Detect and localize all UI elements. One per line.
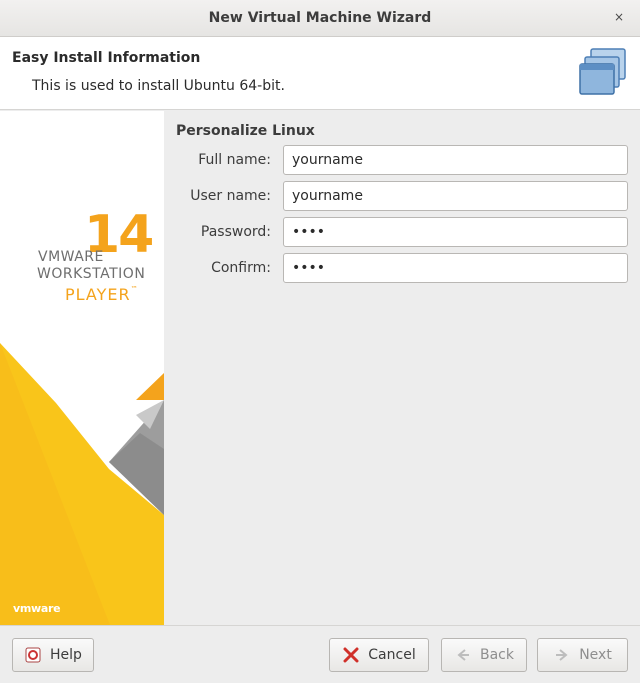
cancel-icon	[342, 646, 360, 664]
cancel-button[interactable]: Cancel	[329, 638, 429, 672]
next-button[interactable]: Next	[537, 638, 628, 672]
cancel-button-label: Cancel	[368, 647, 416, 663]
vmware-logo: vmware	[13, 602, 61, 615]
full-name-label: Full name:	[198, 152, 271, 168]
close-icon[interactable]: ×	[612, 10, 626, 24]
brand-edition-text: PLAYER	[65, 285, 131, 304]
back-button[interactable]: Back	[441, 638, 527, 672]
help-icon	[24, 646, 42, 664]
page-subtitle: This is used to install Ubuntu 64-bit.	[32, 78, 285, 94]
trademark-mark: ™	[130, 285, 139, 293]
wizard-header: Easy Install Information This is used to…	[0, 37, 640, 110]
brand-product: WORKSTATION	[37, 266, 146, 282]
brand-sidebar: 14 VMWARE WORKSTATION PLAYER™ vmware	[0, 111, 164, 625]
password-field[interactable]	[283, 217, 628, 247]
back-button-label: Back	[480, 647, 514, 663]
next-button-label: Next	[579, 647, 612, 663]
back-arrow-icon	[454, 646, 472, 664]
user-name-label: User name:	[190, 188, 271, 204]
confirm-password-field[interactable]	[283, 253, 628, 283]
form-panel: Personalize Linux Full name: User name: …	[164, 111, 640, 625]
confirm-label: Confirm:	[211, 260, 271, 276]
vm-windows-icon	[579, 48, 626, 95]
user-name-field[interactable]	[283, 181, 628, 211]
password-row: Password:	[164, 217, 640, 247]
password-label: Password:	[200, 224, 271, 240]
page-title: Easy Install Information	[12, 50, 201, 66]
title-bar: New Virtual Machine Wizard ×	[0, 0, 640, 37]
help-button[interactable]: Help	[12, 638, 94, 672]
brand-edition: PLAYER™	[65, 285, 139, 304]
user-name-row: User name:	[164, 181, 640, 211]
section-title: Personalize Linux	[176, 123, 315, 139]
brand-vmware-text: VMWARE	[38, 249, 104, 265]
full-name-row: Full name:	[164, 145, 640, 175]
brand-artwork	[0, 343, 164, 625]
next-arrow-icon	[553, 646, 571, 664]
full-name-field[interactable]	[283, 145, 628, 175]
confirm-row: Confirm:	[164, 253, 640, 283]
help-button-label: Help	[50, 647, 82, 663]
window-title: New Virtual Machine Wizard	[208, 10, 432, 26]
button-bar: Help Cancel Back Next	[0, 625, 640, 683]
